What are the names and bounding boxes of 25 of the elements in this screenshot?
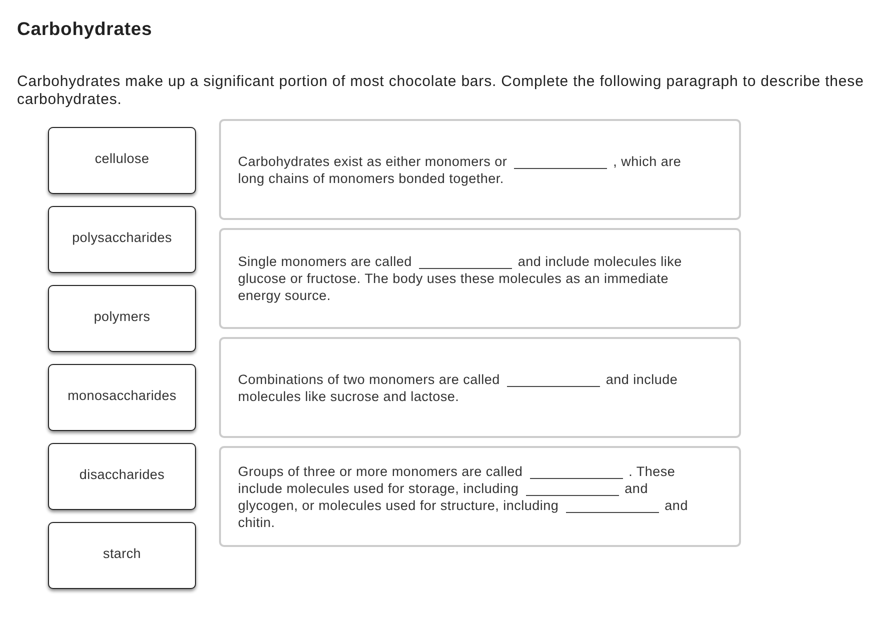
answer-tile[interactable]: monosaccharides (48, 364, 196, 431)
statement-text: and include (606, 372, 678, 386)
statement-text: Combinations of two monomers are called (238, 372, 500, 386)
statement-text: molecules like sucrose and lactose. (238, 388, 460, 404)
statement-text: long chains of monomers bonded together. (238, 170, 504, 186)
answer-tile[interactable]: polysaccharides (48, 206, 196, 273)
statement-text: include molecules used for storage, including (238, 480, 519, 496)
statement-text: glucose or fructose. The body uses these molecules as an immediate (238, 271, 668, 286)
statement-text: Groups of three or more monomers are called (238, 464, 523, 478)
answer-tile[interactable]: disaccharides (48, 443, 196, 510)
statement-text: Single monomers are called (238, 254, 412, 269)
answer-tile[interactable]: polymers (48, 285, 196, 352)
instructions-text: Carbohydrates make up a significant portion of most chocolate bars. Complete the following paragraph to describe these carbohydrates. (17, 73, 865, 109)
statement-text: energy source. (238, 288, 331, 303)
statement-text: glycogen, or molecules used for structure, including (238, 498, 559, 512)
statement-text: and include molecules like (518, 254, 682, 269)
page-title: Carbohydrates (17, 18, 152, 39)
statement-text: chitin. (238, 514, 276, 530)
statement-text: and (664, 498, 688, 512)
answer-tile[interactable]: starch (48, 522, 196, 589)
answer-tile[interactable]: cellulose (48, 127, 196, 194)
statement-text: . These (628, 464, 676, 478)
statement-text: and (624, 480, 648, 496)
statement-text: Carbohydrates exist as either monomers or (238, 154, 508, 168)
statement-text: , which are (613, 154, 682, 168)
